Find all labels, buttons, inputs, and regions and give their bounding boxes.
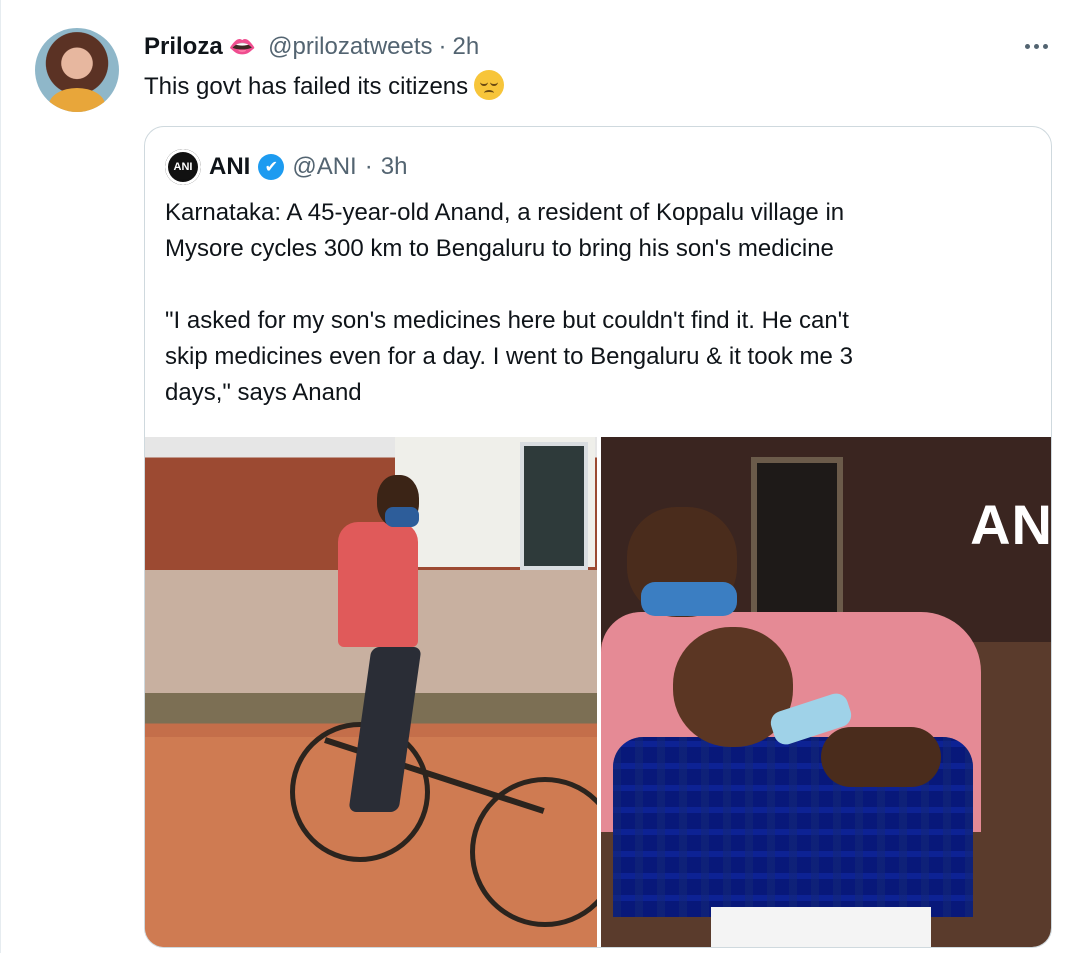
verified-badge-icon: ✔ xyxy=(258,154,285,180)
photo-father-mask xyxy=(641,582,737,616)
ellipsis-dot xyxy=(1024,43,1030,49)
photo-doorway xyxy=(520,442,588,570)
quoted-tweet-timestamp[interactable]: 3h xyxy=(381,153,408,181)
tweet-timestamp[interactable]: 2h xyxy=(453,33,480,61)
quoted-tweet-header: ANI ANI ✔ @ANI · 3h xyxy=(165,149,407,185)
photo-face-mask xyxy=(385,507,419,527)
photo-father-hands xyxy=(821,727,941,787)
ellipsis-dot xyxy=(1033,43,1039,49)
quoted-tweet-text: Karnataka: A 45-year-old Anand, a reside… xyxy=(165,199,853,406)
pensive-face-icon xyxy=(474,70,505,100)
author-name[interactable]: Priloza xyxy=(144,33,223,61)
photo-son-pants xyxy=(711,907,931,947)
media-grid: AN xyxy=(145,437,1052,947)
avatar-shirt xyxy=(49,88,105,112)
lips-emoji-icon: 👄 xyxy=(228,34,257,59)
tweet-body: This govt has failed its citizens xyxy=(144,73,469,100)
tweet-header: Priloza 👄 @prilozatweets · 2h xyxy=(144,32,479,62)
photo-father-and-son[interactable]: AN xyxy=(601,437,1052,947)
tweet-text: This govt has failed its citizens xyxy=(144,70,505,103)
photo-man-shirt xyxy=(338,522,418,647)
ellipsis-dot xyxy=(1042,43,1048,49)
separator-dot: · xyxy=(438,33,447,60)
quoted-tweet-card[interactable]: ANI ANI ✔ @ANI · 3h Karnataka: A 45-year… xyxy=(144,126,1052,948)
author-avatar[interactable] xyxy=(35,28,119,112)
separator-dot: · xyxy=(364,153,373,180)
tweet-container[interactable]: Priloza 👄 @prilozatweets · 2h This govt … xyxy=(0,0,1076,953)
ani-logo-avatar[interactable]: ANI xyxy=(165,149,201,185)
author-handle[interactable]: @prilozatweets xyxy=(268,33,432,61)
more-options-icon[interactable] xyxy=(1019,32,1053,60)
quoted-author-name[interactable]: ANI xyxy=(209,153,250,181)
ani-watermark: AN xyxy=(970,493,1052,556)
photo-man-on-bicycle[interactable] xyxy=(145,437,597,947)
quoted-author-handle[interactable]: @ANI xyxy=(292,153,356,181)
